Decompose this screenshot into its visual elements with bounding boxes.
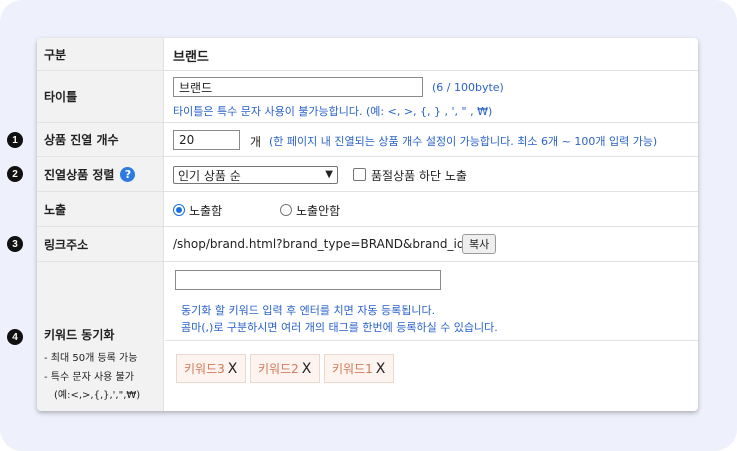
keyword-tag-list: 키워드3 X 키워드2 X 키워드1 X bbox=[176, 354, 416, 383]
row-label-keywords: 키워드 동기화 bbox=[44, 328, 115, 342]
link-url: /shop/brand.html?brand_type=BRAND&brand_… bbox=[173, 237, 483, 251]
keyword-tag-text: 키워드3 bbox=[184, 362, 225, 376]
title-notice: 타이틀은 특수 문자 사용이 불가능합니다. (예: <, >, {, } , … bbox=[173, 105, 493, 118]
row-label-link: 링크주소 bbox=[37, 227, 164, 261]
step-badge-1: 1 bbox=[7, 132, 23, 148]
keyword-help-line-2: 콤마(,)로 구분하시면 여러 개의 태그를 한번에 등록하실 수 있습니다. bbox=[181, 321, 498, 334]
sort-label-text: 진열상품 정렬 bbox=[44, 167, 115, 182]
row-link: 링크주소 /shop/brand.html?brand_type=BRAND&b… bbox=[37, 227, 698, 262]
soldout-bottom-label: 품절상품 하단 노출 bbox=[371, 169, 467, 183]
chevron-down-icon: ▼ bbox=[325, 169, 333, 180]
keyword-tag: 키워드1 X bbox=[324, 354, 394, 383]
soldout-bottom-checkbox[interactable] bbox=[353, 168, 366, 181]
step-badge-3: 3 bbox=[7, 236, 23, 252]
keyword-tag: 키워드3 X bbox=[176, 354, 246, 383]
row-label-keywords-wrap: 키워드 동기화 - 최대 50개 등록 가능 - 특수 문자 사용 불가 (예:… bbox=[37, 262, 164, 411]
row-label-title: 타이틀 bbox=[37, 71, 164, 122]
row-label-category: 구분 bbox=[37, 38, 164, 70]
keyword-help-line-1: 동기화 할 키워드 입력 후 엔터를 치면 자동 등록됩니다. bbox=[181, 304, 436, 317]
row-exposure: 노출 노출함 노출안함 bbox=[37, 192, 698, 227]
keyword-tag-text: 키워드2 bbox=[258, 362, 299, 376]
keyword-input[interactable] bbox=[175, 270, 441, 290]
radio-expose-off[interactable] bbox=[280, 204, 292, 216]
step-badge-4: 4 bbox=[7, 329, 23, 345]
radio-expose-off-label: 노출안함 bbox=[296, 204, 341, 218]
title-byte-count: (6 / 100byte) bbox=[432, 81, 504, 94]
remove-tag-icon[interactable]: X bbox=[228, 361, 238, 377]
remove-tag-icon[interactable]: X bbox=[302, 361, 312, 377]
category-value: 브랜드 bbox=[173, 50, 209, 65]
display-count-notice: (한 페이지 내 진열되는 상품 개수 설정이 가능합니다. 최소 6개 ~ 1… bbox=[269, 135, 658, 148]
row-label-exposure: 노출 bbox=[37, 192, 164, 226]
row-sort: 진열상품 정렬 ? 인기 상품 순 ▼ 품절상품 하단 노출 bbox=[37, 157, 698, 192]
keyword-divider bbox=[165, 340, 698, 341]
remove-tag-icon[interactable]: X bbox=[376, 361, 386, 377]
copy-button[interactable]: 복사 bbox=[462, 234, 497, 254]
radio-expose-on[interactable] bbox=[173, 204, 185, 216]
title-input[interactable] bbox=[173, 77, 423, 97]
row-category: 구분 브랜드 bbox=[37, 38, 698, 71]
keyword-note-1: - 최대 50개 등록 가능 bbox=[44, 353, 138, 364]
row-display-count: 상품 진열 개수 개 (한 페이지 내 진열되는 상품 개수 설정이 가능합니다… bbox=[37, 123, 698, 157]
row-title: 타이틀 (6 / 100byte) 타이틀은 특수 문자 사용이 불가능합니다.… bbox=[37, 71, 698, 123]
row-label-sort: 진열상품 정렬 ? bbox=[37, 157, 164, 191]
row-label-display-count: 상품 진열 개수 bbox=[37, 123, 164, 156]
radio-expose-on-label: 노출함 bbox=[189, 204, 223, 218]
sort-select[interactable]: 인기 상품 순 ▼ bbox=[173, 166, 338, 184]
keyword-note-2: - 특수 문자 사용 불가 bbox=[44, 372, 134, 383]
brand-settings-panel: 구분 브랜드 타이틀 (6 / 100byte) 타이틀은 특수 문자 사용이 … bbox=[37, 38, 698, 411]
keyword-tag: 키워드2 X bbox=[250, 354, 320, 383]
display-count-unit: 개 bbox=[250, 135, 262, 149]
display-count-input[interactable] bbox=[173, 130, 240, 150]
sort-selected-value: 인기 상품 순 bbox=[178, 168, 241, 183]
keyword-tag-text: 키워드1 bbox=[332, 362, 373, 376]
keyword-note-3: (예:<,>,{,},',",₩) bbox=[54, 390, 141, 401]
help-icon[interactable]: ? bbox=[120, 166, 136, 182]
row-keywords: 키워드 동기화 - 최대 50개 등록 가능 - 특수 문자 사용 불가 (예:… bbox=[37, 262, 698, 411]
step-badge-2: 2 bbox=[7, 166, 23, 182]
